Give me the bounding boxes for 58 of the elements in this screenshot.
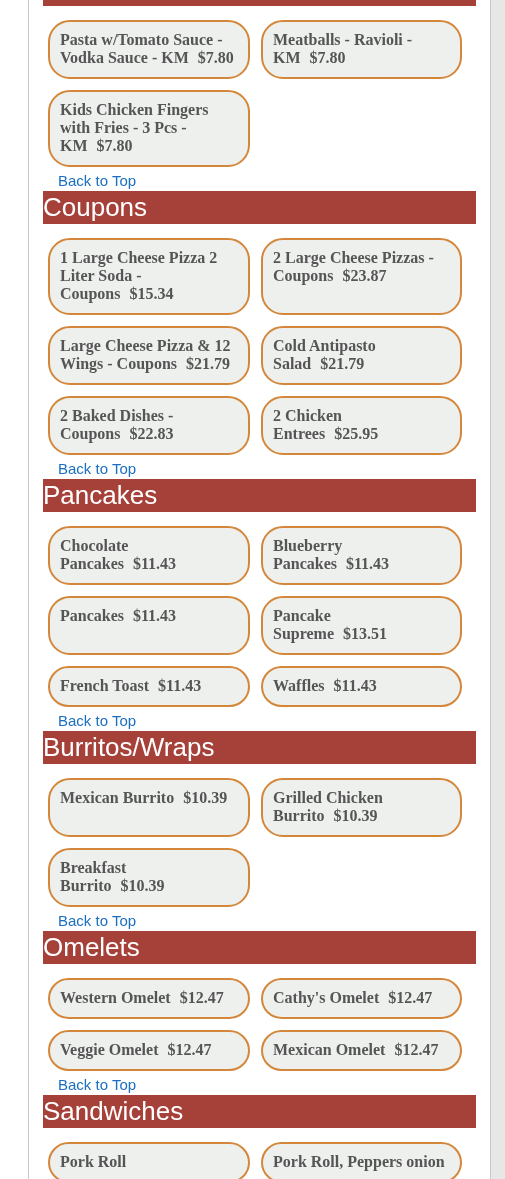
menu-item-card[interactable]: Breakfast Burrito $10.39 <box>48 848 250 907</box>
item-label: Waffles $11.43 <box>273 677 378 695</box>
item-label: Pancake Supreme $13.51 <box>273 607 389 643</box>
menu-item-card[interactable]: Pancakes $11.43 <box>48 596 250 655</box>
menu-item-card[interactable]: Mexican Omelet $12.47 <box>261 1030 462 1071</box>
menu-item-card[interactable]: Western Omelet $12.47 <box>48 978 250 1019</box>
menu-item-card[interactable]: French Toast $11.43 <box>48 666 250 707</box>
menu-item-card[interactable]: Veggie Omelet $12.47 <box>48 1030 250 1071</box>
item-label: Mexican Burrito $10.39 <box>60 789 229 807</box>
menu-item-card[interactable]: Pork Roll, Peppers onion <box>261 1142 462 1179</box>
menu-item-card[interactable]: 2 Large Cheese Pizzas - Coupons $23.87 <box>261 238 462 315</box>
menu-item-card[interactable]: 2 Baked Dishes - Coupons $22.83 <box>48 396 250 455</box>
item-label: Pork Roll <box>60 1153 128 1171</box>
item-label: 1 Large Cheese Pizza 2 Liter Soda - Coupons $15.34 <box>60 249 219 303</box>
item-label: Kids Chicken Fingers with Fries - 3 Pcs - KM $7.80 <box>60 101 210 155</box>
item-label: Blueberry Pancakes $11.43 <box>273 537 391 573</box>
item-label: Breakfast Burrito $10.39 <box>60 859 166 895</box>
section-header: Burritos/Wraps <box>43 731 476 764</box>
menu-item-card[interactable]: Waffles $11.43 <box>261 666 462 707</box>
item-label: 2 Baked Dishes - Coupons $22.83 <box>60 407 175 443</box>
item-label: Western Omelet $12.47 <box>60 989 225 1007</box>
item-label: Pasta w/Tomato Sauce - Vodka Sauce - KM $7.80 <box>60 31 234 67</box>
menu-item-card[interactable]: Chocolate Pancakes $11.43 <box>48 526 250 585</box>
item-label: Veggie Omelet $12.47 <box>60 1041 213 1059</box>
back-to-top-link[interactable]: Back to Top <box>43 711 137 731</box>
back-to-top-link[interactable]: Back to Top <box>43 171 137 191</box>
menu-item-card[interactable]: Cold Antipasto Salad $21.79 <box>261 326 462 385</box>
section-header: Omelets <box>43 931 476 964</box>
item-label: Mexican Omelet $12.47 <box>273 1041 440 1059</box>
menu-item-card[interactable]: Large Cheese Pizza & 12 Wings - Coupons $21.79 <box>48 326 250 385</box>
item-label: Cold Antipasto Salad $21.79 <box>273 337 377 373</box>
menu-item-card[interactable]: Pork Roll <box>48 1142 250 1179</box>
menu-item-card[interactable]: Kids Chicken Fingers with Fries - 3 Pcs - KM $7.80 <box>48 90 250 167</box>
item-label: Large Cheese Pizza & 12 Wings - Coupons $21.79 <box>60 337 232 373</box>
menu-item-card[interactable]: Cathy's Omelet $12.47 <box>261 978 462 1019</box>
back-to-top-link[interactable]: Back to Top <box>43 1075 137 1095</box>
menu-item-card[interactable]: 1 Large Cheese Pizza 2 Liter Soda - Coupons $15.34 <box>48 238 250 315</box>
back-to-top-link[interactable]: Back to Top <box>43 459 137 479</box>
menu-item-card[interactable]: Grilled Chicken Burrito $10.39 <box>261 778 462 837</box>
item-label: 2 Chicken Entrees $25.95 <box>273 407 380 443</box>
back-to-top-link[interactable]: Back to Top <box>43 911 137 931</box>
section-header: Pancakes <box>43 479 476 512</box>
item-label: Pork Roll, Peppers onion <box>273 1153 446 1171</box>
menu-item-card[interactable]: Pancake Supreme $13.51 <box>261 596 462 655</box>
item-label: Cathy's Omelet $12.47 <box>273 989 434 1007</box>
section-header: Coupons <box>43 191 476 224</box>
item-label: 2 Large Cheese Pizzas - Coupons $23.87 <box>273 249 435 285</box>
item-label: Meatballs - Ravioli - KM $7.80 <box>273 31 414 67</box>
item-label: Grilled Chicken Burrito $10.39 <box>273 789 384 825</box>
menu-item-card[interactable]: 2 Chicken Entrees $25.95 <box>261 396 462 455</box>
menu-item-card[interactable]: Pasta w/Tomato Sauce - Vodka Sauce - KM $7.80 <box>48 20 250 79</box>
item-label: French Toast $11.43 <box>60 677 203 695</box>
menu-item-card[interactable]: Mexican Burrito $10.39 <box>48 778 250 837</box>
section-header: Sandwiches <box>43 1095 476 1128</box>
menu-item-card[interactable]: Blueberry Pancakes $11.43 <box>261 526 462 585</box>
item-label: Pancakes $11.43 <box>60 607 178 625</box>
menu-item-card[interactable]: Meatballs - Ravioli - KM $7.80 <box>261 20 462 79</box>
item-label: Chocolate Pancakes $11.43 <box>60 537 178 573</box>
